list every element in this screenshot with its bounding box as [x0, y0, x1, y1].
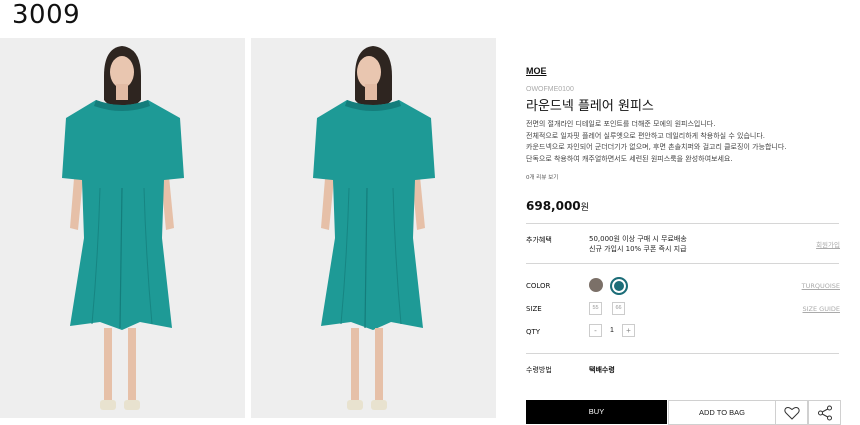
- share-icon: [817, 405, 832, 420]
- add-to-bag-button[interactable]: ADD TO BAG: [668, 400, 776, 425]
- product-info-panel: MOE OWOFME0100 라운드넥 플레어 원피스 전면의 절개라인 디테일…: [526, 66, 841, 425]
- share-button[interactable]: [808, 400, 841, 425]
- price-currency: 원: [580, 203, 589, 213]
- size-label: SIZE: [526, 305, 542, 313]
- wishlist-button[interactable]: [775, 400, 808, 425]
- benefits-label: 추가혜택: [526, 236, 552, 244]
- review-link[interactable]: 0개 리뷰 보기: [526, 173, 558, 181]
- benefit-line: 신규 가입시 10% 쿠폰 즉시 지급: [589, 245, 687, 253]
- model-illustration: [251, 38, 496, 418]
- signup-link[interactable]: 회원가입: [816, 239, 840, 249]
- product-description: 전면의 절개라인 디테일로 포인트를 더해준 모에의 원피스입니다. 전체적으로…: [526, 119, 826, 165]
- product-code: OWOFME0100: [526, 86, 574, 93]
- color-swatch-brown[interactable]: [589, 278, 603, 292]
- model-illustration: [0, 38, 245, 418]
- buy-button[interactable]: BUY: [526, 400, 667, 424]
- description-line: 전체적으로 일자핏 플레어 실루엣으로 편안하고 데일리하게 착용하실 수 있습…: [526, 131, 765, 140]
- benefit-line: 50,000원 이상 구매 시 무료배송: [589, 235, 687, 243]
- shipping-label: 수령방법: [526, 366, 552, 374]
- product-price: 698,000원: [526, 199, 589, 213]
- heart-icon: [783, 406, 800, 420]
- size-option-66[interactable]: 66: [612, 302, 625, 315]
- brand-link[interactable]: MOE: [526, 66, 840, 76]
- qty-decrement-button[interactable]: -: [589, 324, 602, 337]
- product-title: 라운드넥 플레어 원피스: [526, 99, 654, 114]
- page-number: 3009: [12, 0, 81, 30]
- qty-increment-button[interactable]: +: [622, 324, 635, 337]
- price-value: 698,000: [526, 199, 581, 213]
- description-line: 전면의 절개라인 디테일로 포인트를 더해준 모에의 원피스입니다.: [526, 120, 716, 128]
- qty-value[interactable]: 1: [610, 327, 614, 334]
- color-swatch-turquoise[interactable]: [610, 277, 628, 295]
- size-guide-link[interactable]: SIZE GUIDE: [803, 305, 841, 313]
- selected-color-name: TURQUOISE: [801, 282, 840, 290]
- divider: [526, 263, 839, 264]
- product-image-angle[interactable]: [251, 38, 496, 418]
- color-label: COLOR: [526, 282, 551, 290]
- description-line: 카운드넥으로 자인되어 군더더기가 없으며, 후면 촌솔치퍼와 걸고리 클로징이…: [526, 143, 787, 151]
- product-image-front[interactable]: [0, 38, 245, 418]
- size-option-55[interactable]: 55: [589, 302, 602, 315]
- shipping-value: 택배수령: [589, 366, 615, 374]
- description-line: 단독으로 착용하여 캐주얼하면서도 세련된 원피스룩을 완성하여보세요.: [526, 154, 733, 163]
- qty-label: QTY: [526, 328, 541, 336]
- divider: [526, 223, 839, 224]
- divider: [526, 353, 839, 354]
